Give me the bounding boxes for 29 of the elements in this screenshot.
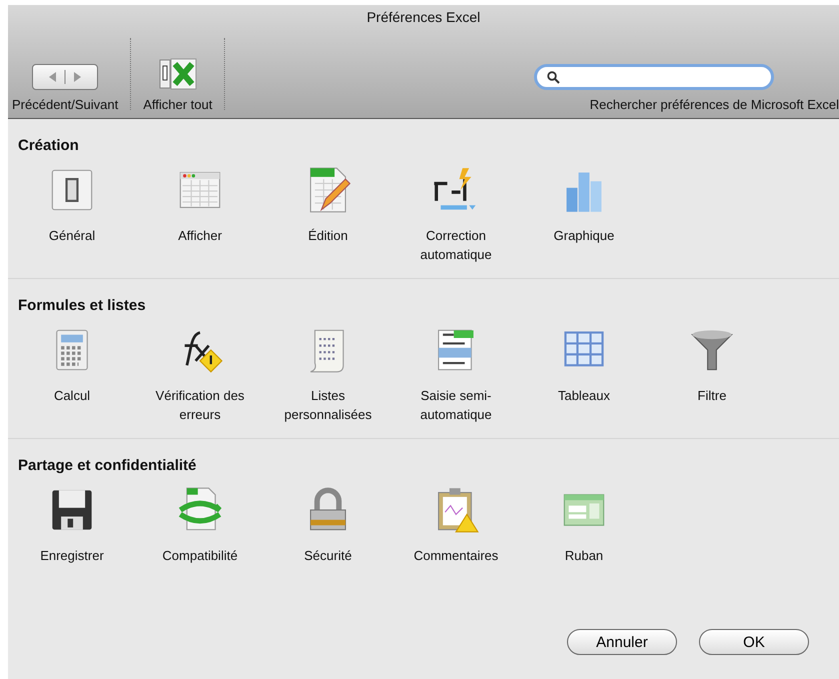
preference-label[interactable]: Enregistrer xyxy=(20,546,124,565)
preference-label[interactable]: Ruban xyxy=(532,546,636,565)
preference-label[interactable]: Édition xyxy=(276,226,380,245)
preference-label[interactable]: Filtre xyxy=(660,386,764,405)
preference-label[interactable]: Général xyxy=(20,226,124,245)
show-all-label: Afficher tout xyxy=(143,97,212,112)
preference-label[interactable]: Correction automatique xyxy=(404,226,508,264)
preference-label[interactable]: Calcul xyxy=(20,386,124,405)
section-title: Création xyxy=(17,137,80,154)
preference-label[interactable]: Compatibilité xyxy=(148,546,252,565)
search-icon xyxy=(547,70,560,84)
section-title: Partage et confidentialité xyxy=(17,457,198,474)
nav-label: Précédent/Suivant xyxy=(12,97,118,112)
dialog-button[interactable]: Annuler xyxy=(567,629,677,655)
preference-label[interactable]: Afficher xyxy=(148,226,252,245)
show-all-icon[interactable] xyxy=(158,58,197,90)
preference-label[interactable]: Commentaires xyxy=(404,546,508,565)
window-title: Préférences Excel xyxy=(366,8,482,27)
preference-label[interactable]: Graphique xyxy=(532,226,636,245)
search-field[interactable] xyxy=(534,64,774,90)
search-label: Rechercher préférences de Microsoft Excel xyxy=(590,97,839,112)
preference-label[interactable]: Saisie semi-automatique xyxy=(404,386,508,424)
section-title: Formules et listes xyxy=(17,297,147,314)
preference-label[interactable]: Sécurité xyxy=(276,546,380,565)
back-forward-button[interactable] xyxy=(32,64,98,90)
preference-label[interactable]: Tableaux xyxy=(532,386,636,405)
dialog-button[interactable]: OK xyxy=(699,629,809,655)
preference-label[interactable]: Listes personnalisées xyxy=(276,386,380,424)
preference-label[interactable]: Vérification des erreurs xyxy=(148,386,252,424)
